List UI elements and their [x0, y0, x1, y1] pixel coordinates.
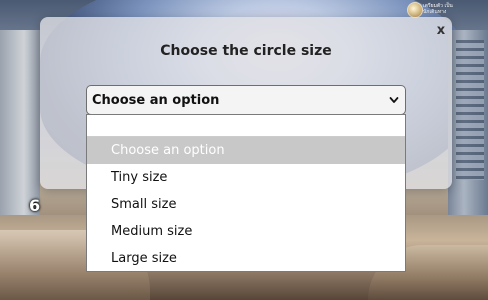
score-counter: 6	[29, 196, 41, 215]
close-button[interactable]: x	[434, 23, 448, 39]
wall-grate	[456, 40, 484, 180]
option-small[interactable]: Small size	[87, 191, 405, 218]
select-current-value: Choose an option	[92, 93, 220, 108]
wall-panel-left	[0, 30, 40, 220]
option-medium[interactable]: Medium size	[87, 218, 405, 245]
corner-badge-label: เตรียมตัว เป็นนักเดินทาง	[423, 3, 453, 15]
circle-size-select[interactable]: Choose an option	[86, 85, 406, 115]
option-tiny[interactable]: Tiny size	[87, 164, 405, 191]
dropdown-search-input[interactable]	[87, 115, 405, 137]
game-scene: เตรียมตัว เป็นนักเดินทาง 6 Choose the ci…	[0, 0, 488, 300]
option-large[interactable]: Large size	[87, 245, 405, 272]
option-choose[interactable]: Choose an option	[87, 137, 405, 164]
size-dropdown-list: Choose an option Tiny size Small size Me…	[86, 114, 406, 272]
badge-icon	[407, 2, 423, 18]
dialog-title: Choose the circle size	[160, 43, 332, 59]
chevron-down-icon	[389, 97, 399, 103]
